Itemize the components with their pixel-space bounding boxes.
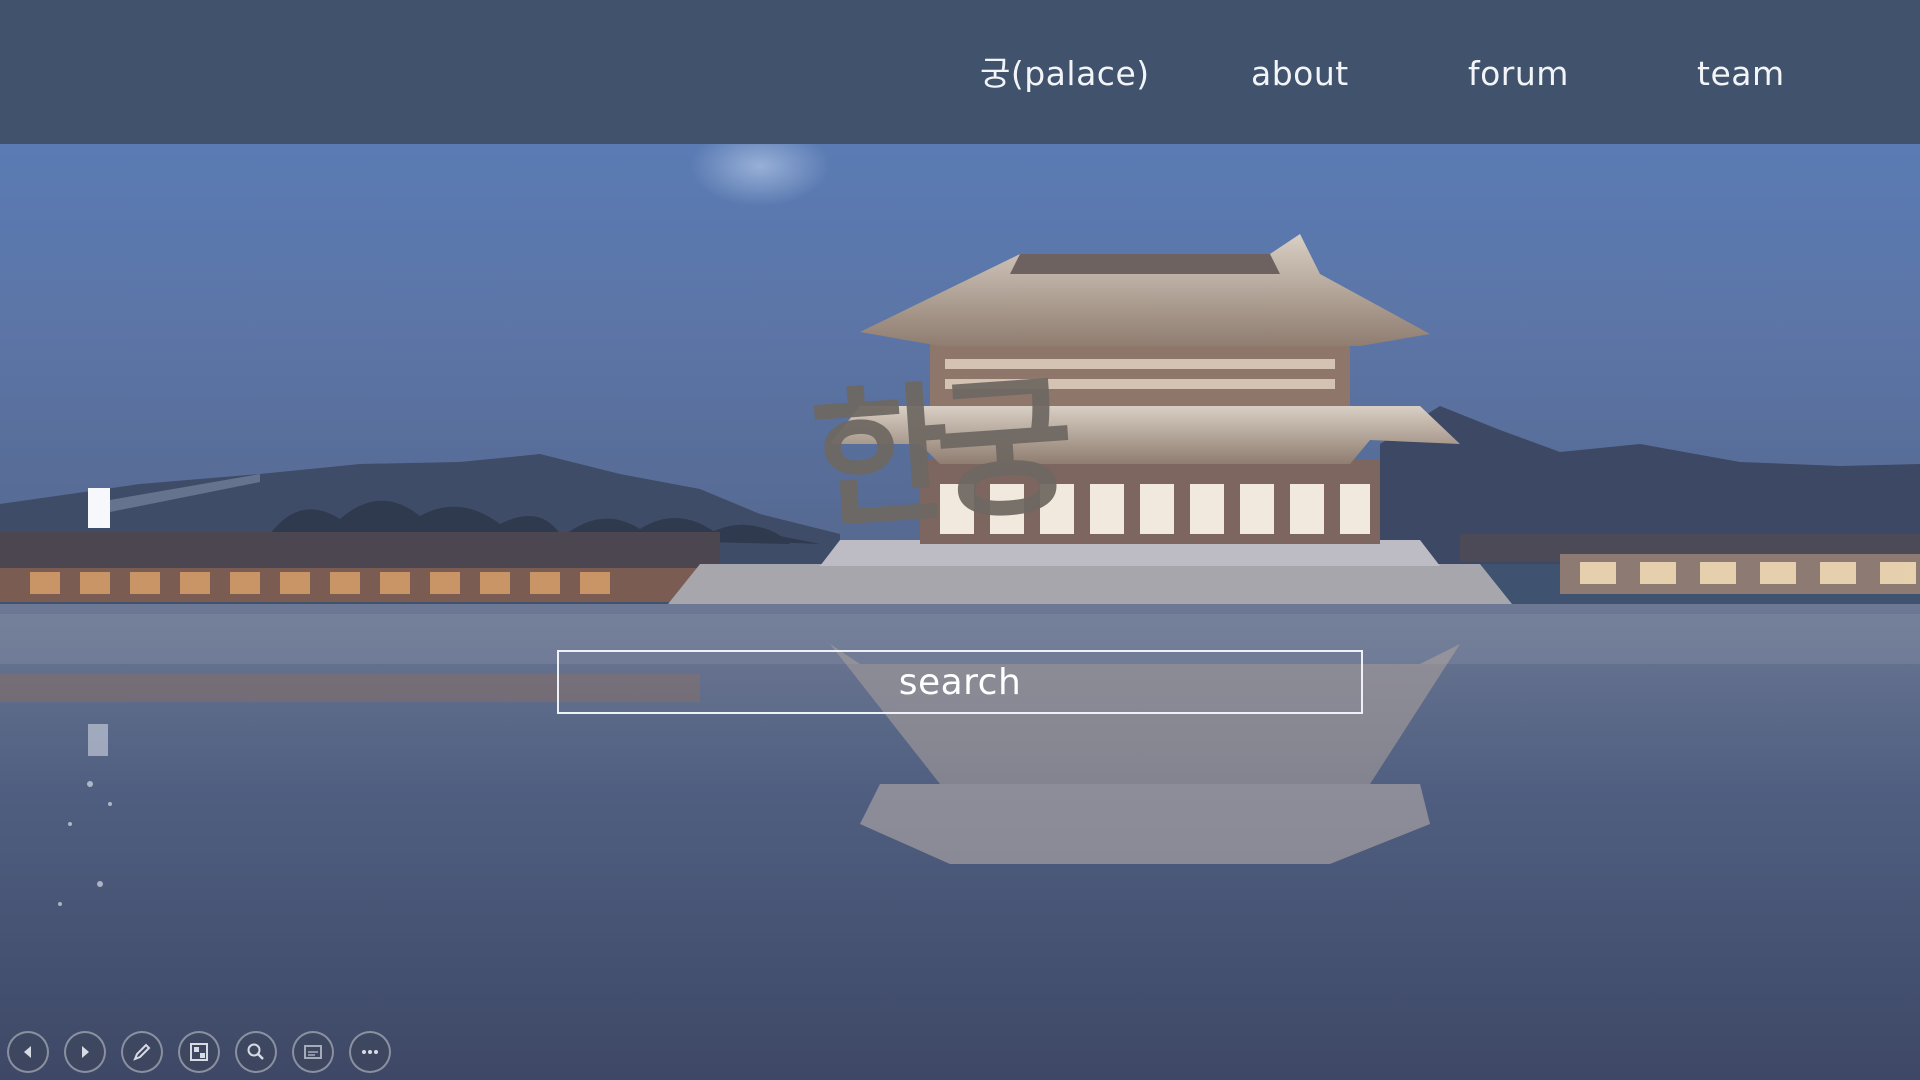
nav-link-forum[interactable]: forum	[1468, 50, 1569, 98]
brand-logo-text: 한궁	[806, 358, 1066, 551]
next-icon	[82, 1046, 89, 1058]
nav-link-about[interactable]: about	[1251, 50, 1349, 98]
slideshow-controls	[7, 1031, 391, 1073]
nav-link-team[interactable]: team	[1697, 50, 1785, 98]
more-icon	[362, 1050, 378, 1054]
nav-link-palace[interactable]: 궁(palace)	[980, 50, 1150, 98]
zoom-icon	[247, 1043, 264, 1060]
pen-button[interactable]	[121, 1031, 163, 1073]
search-box[interactable]: search	[557, 650, 1363, 714]
slides-grid-button[interactable]	[178, 1031, 220, 1073]
slides-grid-icon	[190, 1043, 208, 1061]
palace-night-background-image	[0, 144, 1920, 1080]
top-navigation-bar: 궁(palace) about forum team	[0, 0, 1920, 144]
previous-button[interactable]	[7, 1031, 49, 1073]
subtitles-button[interactable]	[292, 1031, 334, 1073]
next-button[interactable]	[64, 1031, 106, 1073]
previous-icon	[24, 1046, 31, 1058]
pen-icon	[133, 1043, 151, 1061]
hero-section: 한궁 search	[0, 144, 1920, 1080]
search-label: search	[898, 661, 1022, 703]
more-button[interactable]	[349, 1031, 391, 1073]
zoom-button[interactable]	[235, 1031, 277, 1073]
subtitles-icon	[304, 1045, 322, 1059]
